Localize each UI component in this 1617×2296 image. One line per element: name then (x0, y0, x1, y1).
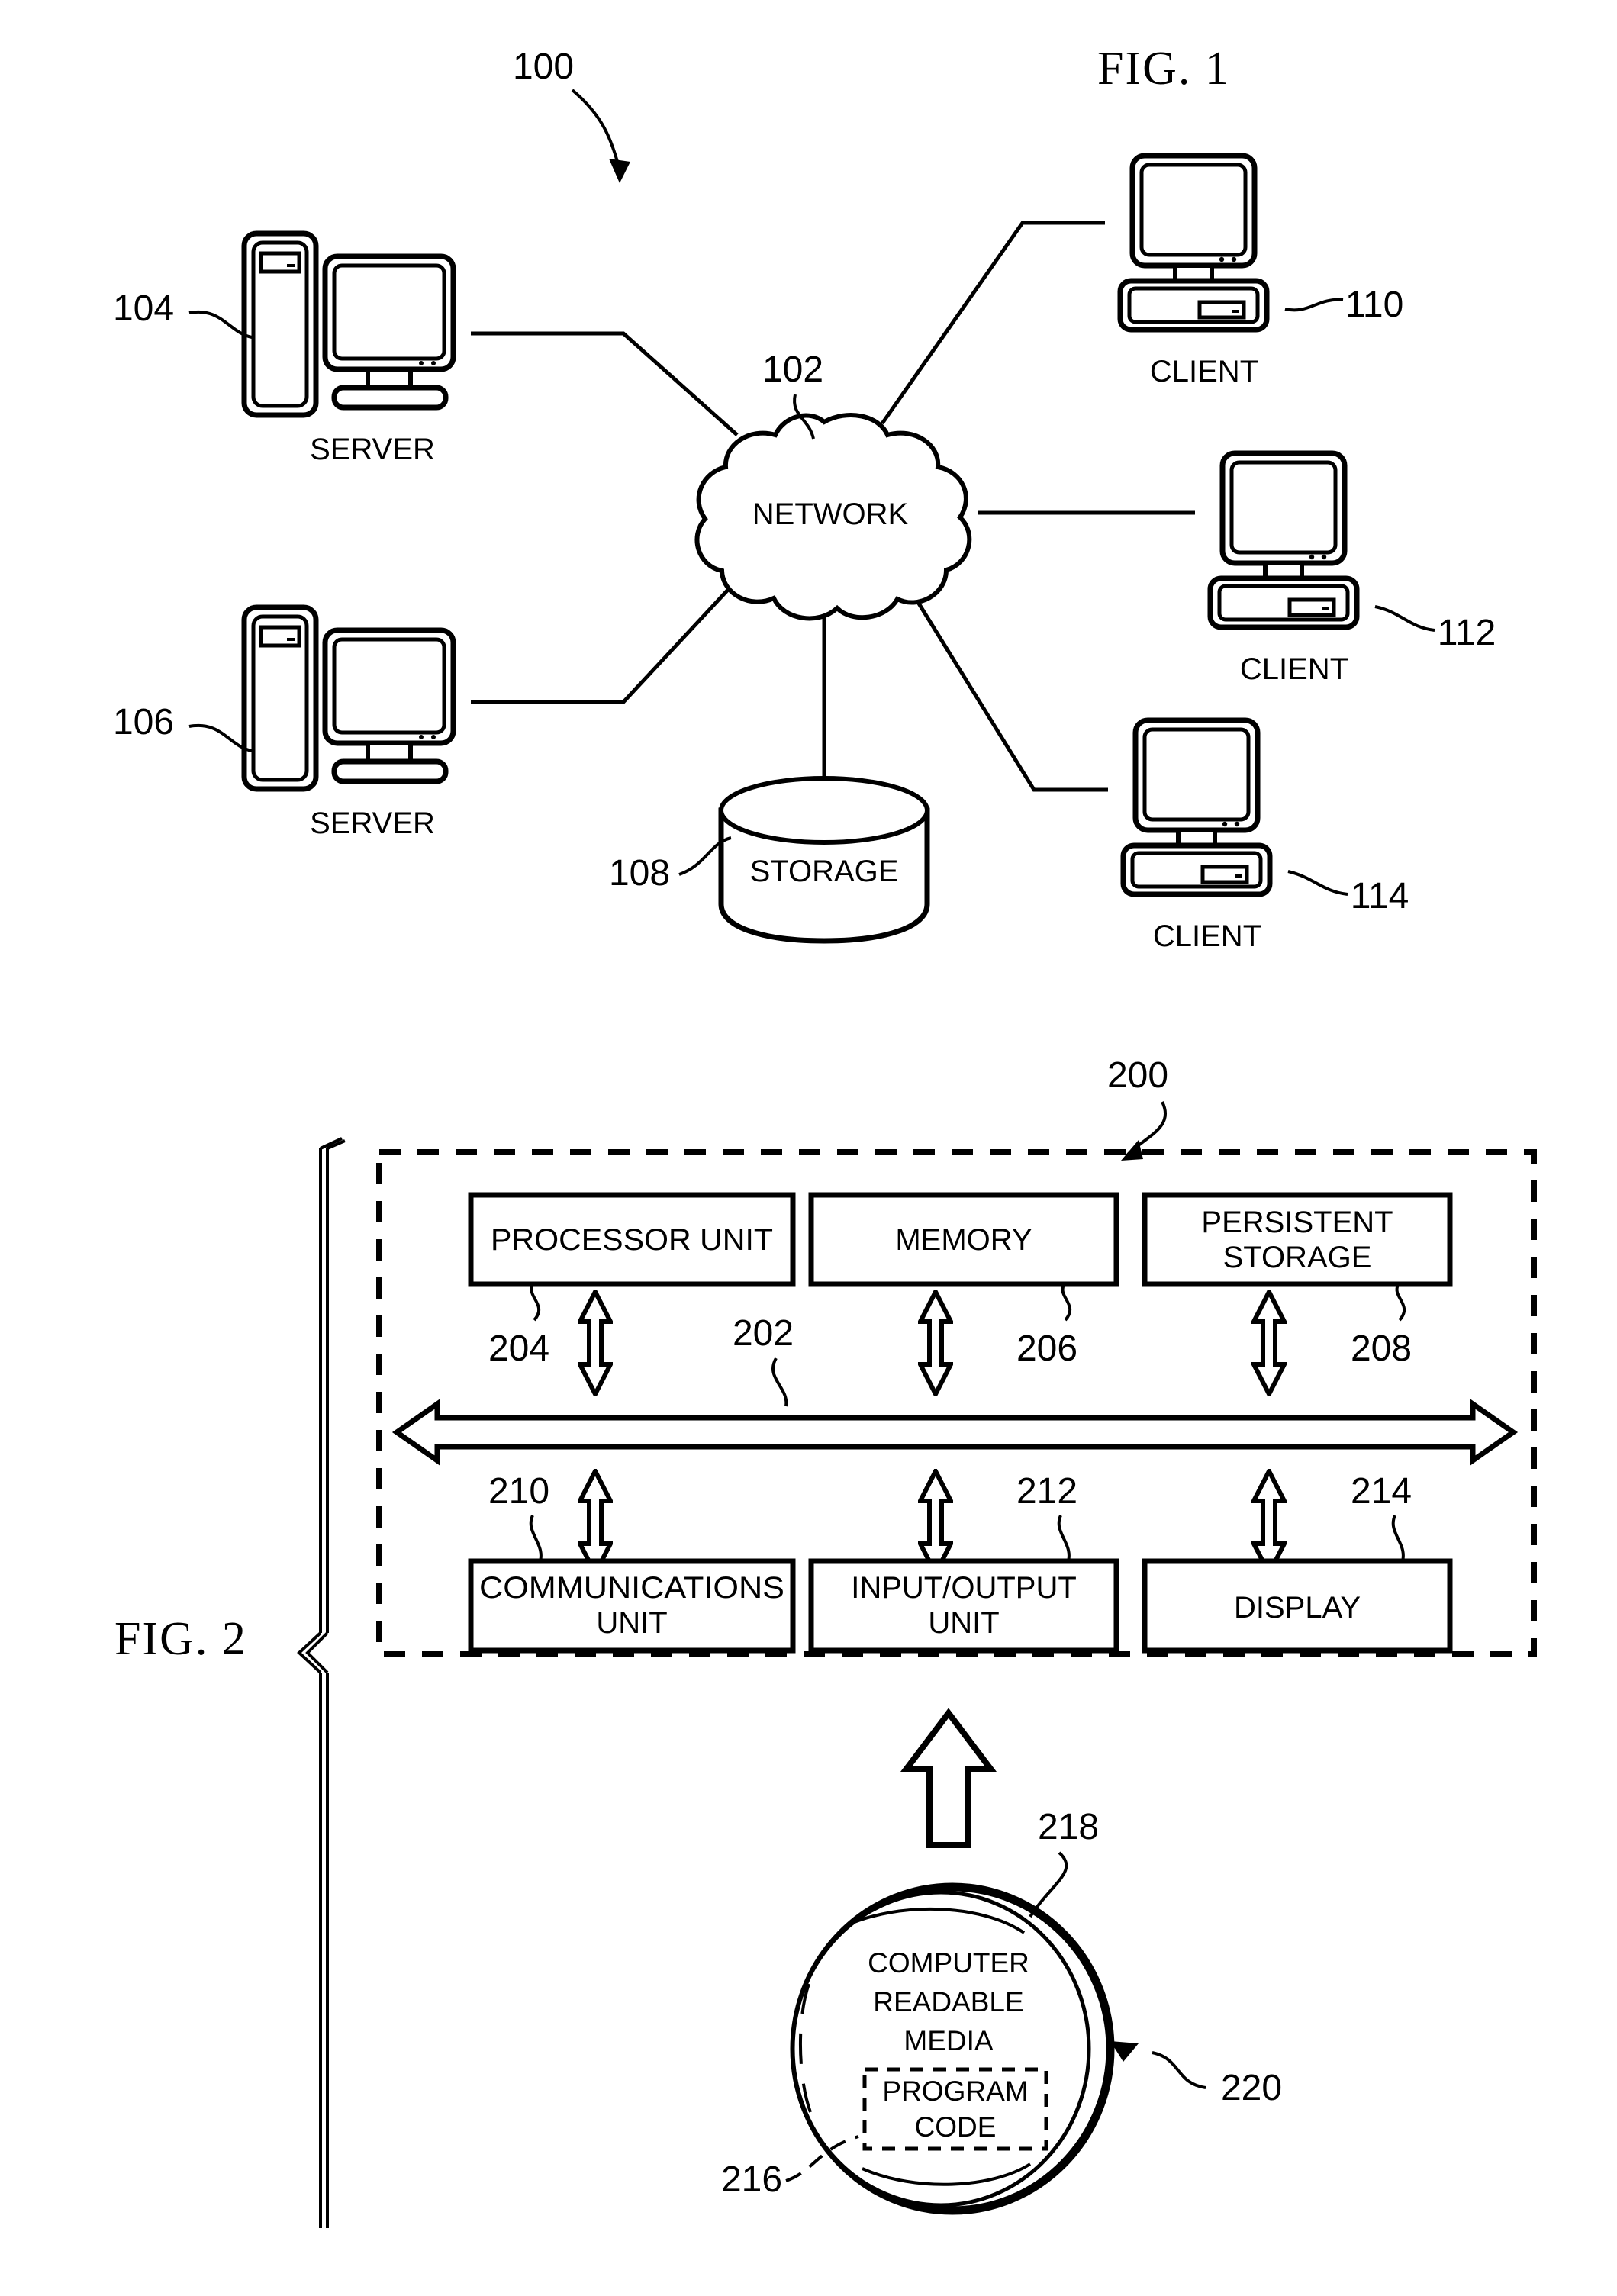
server-104-label: SERVER (310, 433, 435, 466)
ref-204: 204 (488, 1328, 549, 1369)
block-persistent-storage: PERSISTENT STORAGE (1142, 1192, 1453, 1287)
client-110-label: CLIENT (1150, 355, 1258, 388)
block-communications-unit-label-line2: UNIT (596, 1606, 667, 1640)
ref-216: 216 (721, 2159, 782, 2200)
ref-200: 200 (1107, 1055, 1168, 1096)
block-display: DISPLAY (1142, 1558, 1453, 1654)
fig1-group: FIG. 1 100 NETWORK 102 SERVER 104 SERVER… (113, 43, 1496, 953)
fig1-title: FIG. 1 (1097, 43, 1230, 95)
block-input-output-unit-label-line1: INPUT/OUTPUT (851, 1571, 1077, 1605)
ref-108: 108 (609, 853, 670, 894)
program-code-label-line1: PROGRAM (882, 2075, 1028, 2107)
ref-218: 218 (1038, 1807, 1099, 1847)
ref-202: 202 (733, 1313, 794, 1354)
arrow-comm-to-bus (580, 1471, 610, 1573)
ref-208: 208 (1351, 1328, 1412, 1369)
block-processor-unit: PROCESSOR UNIT (468, 1192, 796, 1287)
client-114: CLIENT (1123, 720, 1270, 953)
media-label-line1: COMPUTER (868, 1947, 1029, 1979)
network-label: NETWORK (752, 498, 909, 531)
ref-206: 206 (1016, 1328, 1077, 1369)
system-bus-202 (391, 1399, 1519, 1466)
server-106-label: SERVER (310, 807, 435, 840)
arrow-memory-to-bus (920, 1292, 951, 1394)
ref-214: 214 (1351, 1471, 1412, 1512)
patent-figure-sheet: FIG. 1 100 NETWORK 102 SERVER 104 SERVER… (0, 0, 1617, 2296)
media-label-line3: MEDIA (904, 2025, 994, 2056)
program-code-label-line2: CODE (915, 2111, 997, 2143)
server-104: SERVER (244, 233, 453, 466)
block-input-output-unit-label-line2: UNIT (928, 1606, 999, 1640)
block-persistent-storage-label-line1: PERSISTENT (1201, 1206, 1393, 1239)
fig2-group: FIG. 2 200 PROCESSOR UNIT MEMORY PERSIST… (114, 1055, 1537, 2228)
storage-108: STORAGE (718, 776, 930, 944)
figure-canvas: FIG. 1 100 NETWORK 102 SERVER 104 SERVER… (113, 43, 1537, 2228)
fig2-bracket (297, 1137, 346, 2228)
arrow-processor-to-bus (580, 1292, 610, 1394)
block-processor-unit-label: PROCESSOR UNIT (491, 1223, 773, 1257)
client-114-label: CLIENT (1153, 919, 1261, 953)
block-persistent-storage-label-line2: STORAGE (1223, 1241, 1372, 1274)
client-110: CLIENT (1120, 156, 1267, 388)
server-106: SERVER (244, 607, 453, 840)
block-input-output-unit: INPUT/OUTPUT UNIT (808, 1558, 1119, 1654)
ref-104: 104 (113, 288, 174, 329)
media-label-line2: READABLE (873, 1986, 1023, 2017)
computer-readable-media-disc: COMPUTER READABLE MEDIA PROGRAM CODE (790, 1882, 1115, 2215)
network-cloud: NETWORK (694, 413, 972, 621)
arrow-storage-to-bus (1254, 1292, 1284, 1394)
ref-114: 114 (1351, 876, 1409, 916)
ref-110: 110 (1345, 285, 1404, 325)
ref-212: 212 (1016, 1471, 1077, 1512)
client-112: CLIENT (1210, 453, 1357, 686)
ref-210: 210 (488, 1471, 549, 1512)
ref-106: 106 (113, 702, 174, 742)
ref-220: 220 (1221, 2068, 1282, 2108)
block-communications-unit-label-line1: COMMUNICATIONS (479, 1571, 784, 1605)
storage-label: STORAGE (750, 855, 899, 888)
arrow-io-to-bus (920, 1471, 951, 1573)
fig2-title: FIG. 2 (114, 1613, 247, 1665)
client-112-label: CLIENT (1240, 652, 1348, 686)
block-display-label: DISPLAY (1234, 1591, 1361, 1625)
ref-112: 112 (1438, 613, 1496, 653)
ref-100: 100 (513, 47, 574, 87)
arrow-media-to-system (900, 1708, 997, 1848)
arrow-display-to-bus (1254, 1471, 1284, 1573)
ref-102: 102 (762, 349, 823, 390)
block-memory: MEMORY (808, 1192, 1119, 1287)
block-memory-label: MEMORY (895, 1223, 1032, 1257)
block-communications-unit: COMMUNICATIONS UNIT (468, 1558, 796, 1654)
